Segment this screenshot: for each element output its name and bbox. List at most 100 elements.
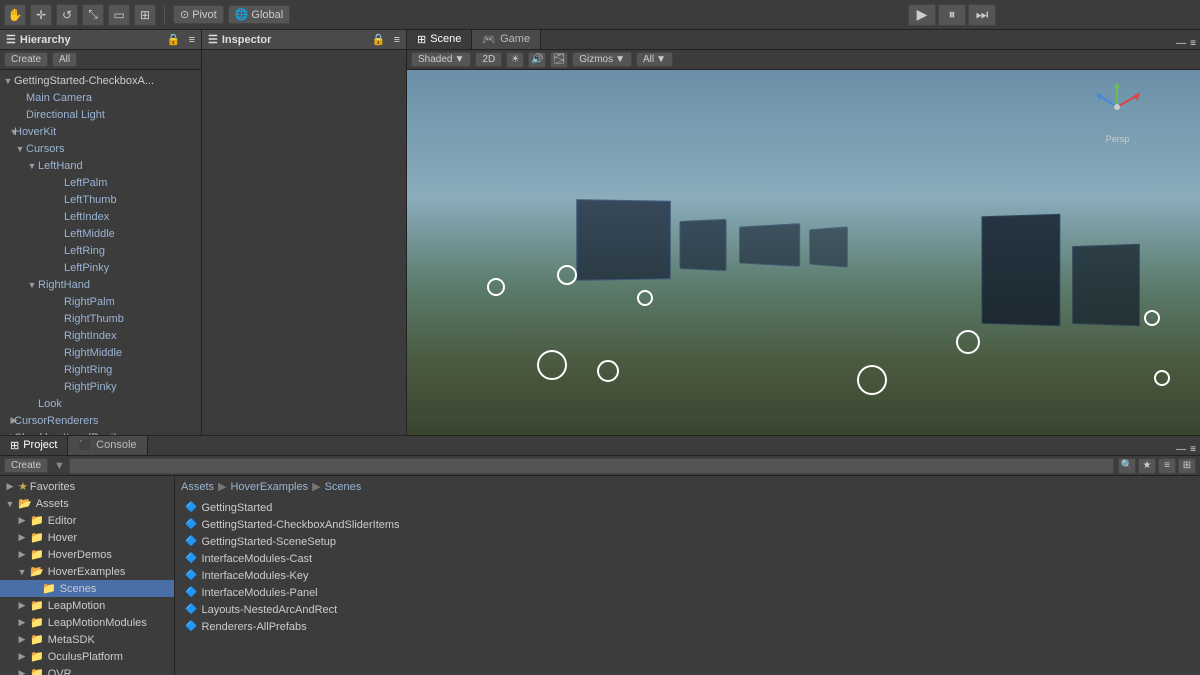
play-button[interactable]: ▶ <box>908 4 936 26</box>
assets-folder[interactable]: ▼ 📂 Assets <box>0 495 174 512</box>
hierarchy-menu-icon[interactable]: ≡ <box>189 34 195 46</box>
tree-item-main-camera[interactable]: Main Camera <box>0 89 201 106</box>
scenes-folder-icon: 📁 <box>42 582 56 595</box>
gizmos-dropdown[interactable]: Gizmos ▼ <box>572 52 632 67</box>
file-cast[interactable]: 🔷 InterfaceModules-Cast <box>181 550 1194 567</box>
2d-label: 2D <box>482 54 495 65</box>
tree-item-rightindex[interactable]: RightIndex <box>0 327 201 344</box>
tree-item-leftthumb[interactable]: LeftThumb <box>0 191 201 208</box>
inspector-lock-icon[interactable]: 🔒 <box>372 33 386 46</box>
tree-item-cursor-renderers[interactable]: ▶ CursorRenderers <box>0 412 201 429</box>
hierarchy-all-btn[interactable]: All <box>52 52 77 67</box>
oculusplatform-folder[interactable]: ▶ 📁 OculusPlatform <box>0 648 174 665</box>
breadcrumb-assets[interactable]: Assets <box>181 481 214 493</box>
tree-item-hoverkit[interactable]: ▼ HoverKit <box>0 123 201 140</box>
tree-item-rightpinky[interactable]: RightPinky <box>0 378 201 395</box>
project-create-btn[interactable]: Create <box>4 458 48 473</box>
step-button[interactable]: ⏭ <box>968 4 996 26</box>
leapmotionmodules-folder[interactable]: ▶ 📁 LeapMotionModules <box>0 614 174 631</box>
file-renderers[interactable]: 🔷 Renderers-AllPrefabs <box>181 618 1194 635</box>
transform-tool-btn[interactable]: ⊞ <box>134 4 156 26</box>
inspector-panel: ☰ Inspector 🔒 ≡ <box>202 30 407 435</box>
tab-game[interactable]: 🎮 Game <box>472 30 541 49</box>
file-scenesetup[interactable]: 🔷 GettingStarted-SceneSetup <box>181 533 1194 550</box>
tab-project[interactable]: ⊞ Project <box>0 436 68 455</box>
shaded-dropdown[interactable]: Shaded ▼ <box>411 52 471 67</box>
scale-tool-btn[interactable]: ⤡ <box>82 4 104 26</box>
audio-btn[interactable]: 🔊 <box>528 52 546 68</box>
scene-collapse-btn[interactable]: — <box>1176 38 1186 49</box>
file-layouts[interactable]: 🔷 Layouts-NestedArcAndRect <box>181 601 1194 618</box>
file-key[interactable]: 🔷 InterfaceModules-Key <box>181 567 1194 584</box>
project-collapse-btn[interactable]: — <box>1176 444 1186 455</box>
tree-item-leftpalm[interactable]: LeftPalm <box>0 174 201 191</box>
tree-item-scene-root[interactable]: ▼ GettingStarted-CheckboxA... <box>0 72 201 89</box>
favorites-star-icon: ★ <box>18 480 28 493</box>
tree-item-leftpinky[interactable]: LeftPinky <box>0 259 201 276</box>
hover-folder[interactable]: ▶ 📁 Hover <box>0 529 174 546</box>
tree-item-rightpalm[interactable]: RightPalm <box>0 293 201 310</box>
hierarchy-create-btn[interactable]: Create <box>4 52 48 67</box>
inspector-menu-icon[interactable]: ≡ <box>394 34 400 46</box>
tree-item-rightthumb[interactable]: RightThumb <box>0 310 201 327</box>
global-btn[interactable]: 🌐 Global <box>228 5 291 24</box>
hoverexamples-folder[interactable]: ▼ 📂 HoverExamples <box>0 563 174 580</box>
metasdk-folder-icon: 📁 <box>30 633 44 646</box>
project-menu-btn[interactable]: ≡ <box>1190 444 1196 455</box>
project-grid-btn[interactable]: ⊞ <box>1178 458 1196 474</box>
metasdk-folder[interactable]: ▶ 📁 MetaSDK <box>0 631 174 648</box>
file-gettingstarted[interactable]: 🔷 GettingStarted <box>181 499 1194 516</box>
tree-item-look[interactable]: Look <box>0 395 201 412</box>
ovr-folder[interactable]: ▶ 📁 OVR <box>0 665 174 675</box>
tree-item-directional-light[interactable]: Directional Light <box>0 106 201 123</box>
file-label-2: GettingStarted-CheckboxAndSliderItems <box>201 519 399 531</box>
all-dropdown[interactable]: All ▼ <box>636 52 673 67</box>
tree-item-leftring[interactable]: LeftRing <box>0 242 201 259</box>
lighting-btn[interactable]: ☀ <box>506 52 524 68</box>
favorites-item[interactable]: ▶ ★ Favorites <box>0 478 174 495</box>
project-star-btn[interactable]: ★ <box>1138 458 1156 474</box>
hierarchy-tree[interactable]: ▼ GettingStarted-CheckboxA... Main Camer… <box>0 70 201 435</box>
fx-btn[interactable]: 🌫 <box>550 52 568 68</box>
hand-tool-btn[interactable]: ✋ <box>4 4 26 26</box>
pivot-btn[interactable]: ⊙ Pivot <box>173 5 224 24</box>
tree-item-leftmiddle[interactable]: LeftMiddle <box>0 225 201 242</box>
leapmotion-label: LeapMotion <box>48 600 106 612</box>
tree-item-leftindex[interactable]: LeftIndex <box>0 208 201 225</box>
hierarchy-icon: ☰ <box>6 33 16 46</box>
leapmotion-folder[interactable]: ▶ 📁 LeapMotion <box>0 597 174 614</box>
project-list-btn[interactable]: ≡ <box>1158 458 1176 474</box>
breadcrumb-scenes[interactable]: Scenes <box>325 481 362 493</box>
file-icon-1: 🔷 <box>185 502 197 513</box>
breadcrumb-hoverexamples[interactable]: HoverExamples <box>230 481 308 493</box>
tab-console[interactable]: ⬛ Console <box>68 436 147 455</box>
scene-tabs: ⊞ Scene 🎮 Game — ≡ <box>407 30 1200 50</box>
scene-menu-btn[interactable]: ≡ <box>1190 38 1196 49</box>
scenes-folder[interactable]: 📁 Scenes <box>0 580 174 597</box>
hierarchy-lock-icon[interactable]: 🔒 <box>167 33 181 46</box>
2d-btn[interactable]: 2D <box>475 52 502 67</box>
tree-item-lefthand[interactable]: ▼ LeftHand <box>0 157 201 174</box>
scene-viewport[interactable]: Persp <box>407 70 1200 435</box>
tree-item-rightring[interactable]: RightRing <box>0 361 201 378</box>
main-area: ☰ Hierarchy 🔒 ≡ Create All ▼ GettingStar… <box>0 30 1200 435</box>
tab-scene[interactable]: ⊞ Scene <box>407 30 472 49</box>
editor-folder[interactable]: ▶ 📁 Editor <box>0 512 174 529</box>
rect-tool-btn[interactable]: ▭ <box>108 4 130 26</box>
project-search-btn[interactable]: 🔍 <box>1118 458 1136 474</box>
move-tool-btn[interactable]: ✛ <box>30 4 52 26</box>
project-search-input[interactable] <box>69 458 1114 474</box>
main-camera-label: Main Camera <box>26 92 92 104</box>
tree-item-cursors[interactable]: ▼ Cursors <box>0 140 201 157</box>
tree-item-rightmiddle[interactable]: RightMiddle <box>0 344 201 361</box>
inspector-title: Inspector <box>222 34 272 46</box>
file-checkbox-slider[interactable]: 🔷 GettingStarted-CheckboxAndSliderItems <box>181 516 1194 533</box>
file-panel[interactable]: 🔷 InterfaceModules-Panel <box>181 584 1194 601</box>
tree-item-righthand[interactable]: ▼ RightHand <box>0 276 201 293</box>
circle-6 <box>956 330 980 354</box>
rotate-tool-btn[interactable]: ↺ <box>56 4 78 26</box>
hoverdemos-folder[interactable]: ▶ 📁 HoverDemos <box>0 546 174 563</box>
pause-button[interactable]: ⏸ <box>938 4 966 26</box>
file-icon-6: 🔷 <box>185 587 197 598</box>
scene-panel-4 <box>809 226 848 267</box>
